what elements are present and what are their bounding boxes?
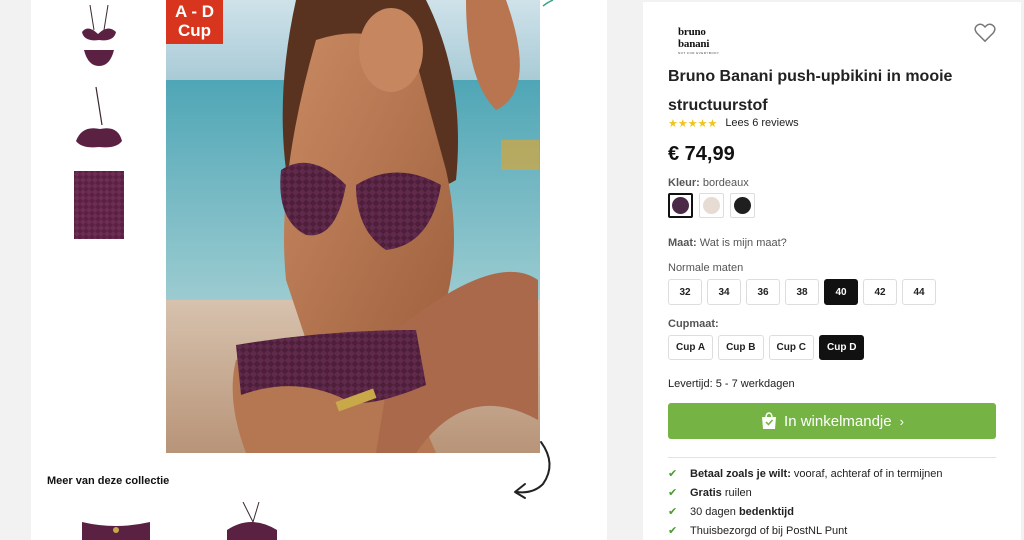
- usp-text: ruilen: [721, 486, 752, 499]
- colour-swatches: [668, 193, 755, 218]
- cup-badge-line2: Cup: [177, 21, 212, 40]
- size-options: 32 34 36 38 40 42 44: [668, 279, 936, 305]
- thumbnail-fabric[interactable]: [74, 171, 124, 239]
- cup-option-a[interactable]: Cup A: [668, 335, 714, 360]
- swatch-bordeaux[interactable]: [668, 193, 693, 218]
- swatch-black[interactable]: [730, 193, 755, 218]
- product-price: € 74,99: [668, 143, 735, 165]
- size-option-36[interactable]: 36: [746, 279, 780, 305]
- swatch-dot: [734, 197, 751, 214]
- size-option-44[interactable]: 44: [902, 279, 936, 305]
- check-icon: ✔: [668, 525, 678, 537]
- cup-badge-line1: A - D: [174, 2, 215, 21]
- usp-text: vooraf, achteraf of in termijnen: [790, 467, 943, 480]
- swatch-dot: [672, 197, 689, 214]
- size-option-40[interactable]: 40: [824, 279, 858, 305]
- swatch-dot: [703, 197, 720, 214]
- usp-item: ✔ Thuisbezorgd of bij PostNL Punt: [668, 521, 943, 540]
- brand-tagline: NOT FOR EVERYBODY: [678, 51, 720, 55]
- cup-option-d[interactable]: Cup D: [818, 335, 865, 360]
- thumbnail-bikini-top[interactable]: [74, 85, 124, 153]
- product-title: Bruno Banani push-upbikini in mooie stru…: [668, 68, 953, 114]
- delivery-time: Levertijd: 5 - 7 werkdagen: [668, 378, 795, 390]
- usp-bold: bedenktijd: [738, 505, 794, 518]
- reviews-link[interactable]: Lees 6 reviews: [725, 117, 798, 129]
- gallery-panel: A - D Cup Meer van deze collectie: [31, 0, 607, 540]
- divider: [668, 457, 996, 458]
- size-group-label: Normale maten: [668, 262, 744, 274]
- swatch-beige[interactable]: [699, 193, 724, 218]
- check-icon: ✔: [668, 487, 678, 499]
- size-option-32[interactable]: 32: [668, 279, 702, 305]
- rating-row: ★★★★★ Lees 6 reviews: [668, 116, 799, 130]
- size-help-link[interactable]: Wat is mijn maat?: [700, 237, 787, 249]
- cup-option-c[interactable]: Cup C: [768, 335, 814, 360]
- product-details-panel: bruno banani NOT FOR EVERYBODY Bruno Ban…: [643, 2, 1021, 540]
- size-option-38[interactable]: 38: [785, 279, 819, 305]
- shopping-bag-icon: [762, 412, 777, 429]
- cup-option-b[interactable]: Cup B: [718, 335, 764, 360]
- add-to-cart-button[interactable]: In winkelmandje ›: [668, 403, 996, 439]
- cup-options: Cup A Cup B Cup C Cup D: [668, 335, 865, 360]
- add-to-cart-label: In winkelmandje: [784, 412, 892, 430]
- usp-bold: Gratis: [690, 486, 722, 499]
- usp-item: ✔ Gratis ruilen: [668, 483, 943, 502]
- colour-value: bordeaux: [702, 177, 749, 189]
- thumbnail-bikini-set[interactable]: [74, 0, 124, 70]
- size-option-34[interactable]: 34: [707, 279, 741, 305]
- main-product-image[interactable]: [166, 0, 540, 453]
- corner-decoration-icon: [542, 0, 554, 7]
- usp-item: ✔ Betaal zoals je wilt: vooraf, achteraf…: [668, 464, 943, 483]
- usp-bold: Betaal zoals je wilt:: [690, 467, 791, 480]
- usp-text: Thuisbezorgd of bij PostNL Punt: [690, 524, 848, 537]
- colour-label: Kleur:: [668, 177, 700, 189]
- brand-logo[interactable]: bruno banani NOT FOR EVERYBODY: [678, 26, 738, 55]
- check-icon: ✔: [668, 468, 678, 480]
- collection-item-bottom[interactable]: [80, 500, 152, 540]
- cup-range-badge: A - D Cup: [166, 0, 223, 44]
- check-icon: ✔: [668, 506, 678, 518]
- usp-item: ✔ 30 dagen bedenktijd: [668, 502, 943, 521]
- brand-name: bruno banani: [678, 26, 710, 50]
- chevron-right-icon: ›: [899, 413, 904, 429]
- collection-heading: Meer van deze collectie: [47, 475, 170, 487]
- usp-text: 30 dagen: [690, 505, 739, 518]
- cup-label: Cupmaat:: [668, 318, 719, 330]
- curved-arrow-icon: [514, 441, 551, 499]
- wishlist-heart-icon[interactable]: [974, 23, 996, 43]
- size-option-42[interactable]: 42: [863, 279, 897, 305]
- collection-item-bandeau[interactable]: [219, 500, 284, 540]
- cup-label-row: Cupmaat:: [668, 318, 719, 330]
- colour-label-row: Kleur: bordeaux: [668, 177, 749, 189]
- size-label: Maat:: [668, 237, 697, 249]
- star-rating-icon: ★★★★★: [668, 117, 718, 130]
- usp-list: ✔ Betaal zoals je wilt: vooraf, achteraf…: [668, 464, 943, 540]
- size-label-row: Maat: Wat is mijn maat?: [668, 237, 787, 249]
